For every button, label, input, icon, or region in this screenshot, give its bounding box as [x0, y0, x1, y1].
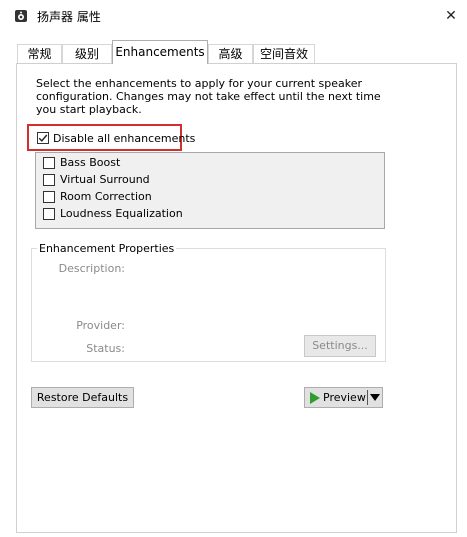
checkbox-box[interactable]: [37, 132, 49, 144]
split-divider: [367, 390, 368, 405]
disable-all-label[interactable]: Disable all enhancements: [53, 132, 195, 145]
close-icon[interactable]: ✕: [440, 5, 462, 27]
checkbox-box[interactable]: [43, 208, 55, 220]
enhancements-description: Select the enhancements to apply for you…: [36, 77, 381, 116]
enhancement-properties-title: Enhancement Properties: [37, 242, 177, 255]
bass-boost-checkbox[interactable]: [43, 157, 55, 172]
checkbox-box[interactable]: [43, 191, 55, 203]
preview-label: Preview: [323, 391, 366, 404]
speaker-icon: [15, 10, 27, 22]
tab-levels[interactable]: 级别: [62, 44, 112, 63]
tab-general[interactable]: 常规: [17, 44, 62, 63]
disable-all-checkbox[interactable]: [37, 132, 49, 147]
provider-label: Provider:: [76, 319, 125, 332]
description-label: Description:: [58, 262, 125, 275]
room-correction-checkbox[interactable]: [43, 191, 55, 206]
loudness-equalization-label[interactable]: Loudness Equalization: [60, 207, 183, 220]
checkmark-icon: [38, 134, 48, 142]
window-title: 扬声器 属性: [37, 10, 101, 24]
status-label: Status:: [86, 342, 125, 355]
checkbox-box[interactable]: [43, 174, 55, 186]
tab-advanced[interactable]: 高级: [208, 44, 253, 63]
tab-enhancements[interactable]: Enhancements: [112, 40, 208, 64]
room-correction-label[interactable]: Room Correction: [60, 190, 152, 203]
virtual-surround-label[interactable]: Virtual Surround: [60, 173, 150, 186]
virtual-surround-checkbox[interactable]: [43, 174, 55, 189]
restore-defaults-button[interactable]: Restore Defaults: [31, 387, 134, 408]
preview-button[interactable]: Preview: [304, 387, 383, 408]
play-icon: [310, 392, 320, 404]
tab-spatial-sound[interactable]: 空间音效: [253, 44, 315, 63]
dropdown-arrow-icon[interactable]: [370, 394, 380, 402]
loudness-equalization-checkbox[interactable]: [43, 208, 55, 223]
checkbox-box[interactable]: [43, 157, 55, 169]
settings-button[interactable]: Settings...: [304, 335, 376, 357]
bass-boost-label[interactable]: Bass Boost: [60, 156, 120, 169]
